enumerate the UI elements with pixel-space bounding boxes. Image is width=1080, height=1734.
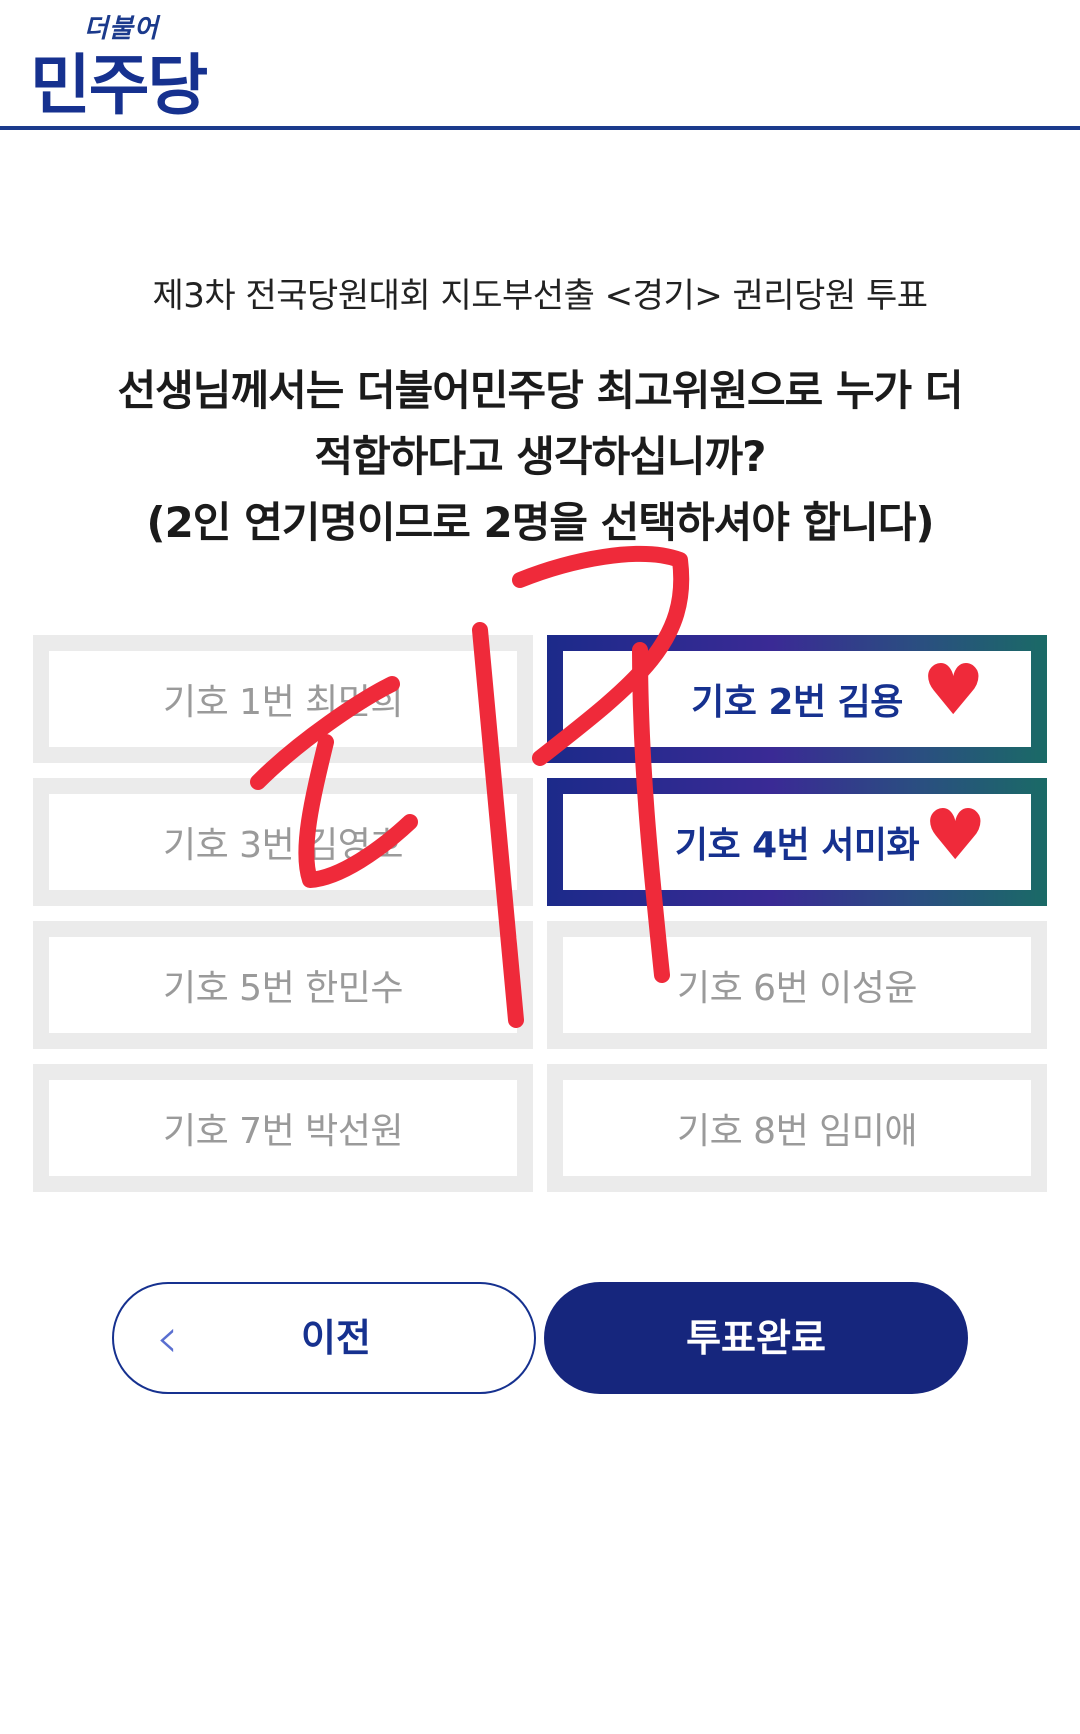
question-line-1: 선생님께서는 더불어민주당 최고위원으로 누가 더: [117, 366, 964, 415]
candidate-option-7[interactable]: 기호 7번 박선원: [33, 1064, 533, 1192]
submit-vote-button[interactable]: 투표완료: [544, 1282, 968, 1394]
candidate-label: 기호 6번 이성윤: [563, 937, 1031, 1033]
candidate-option-5[interactable]: 기호 5번 한민수: [33, 921, 533, 1049]
heart-icon: ♥: [924, 794, 987, 876]
prev-button-label: 이전: [301, 1316, 371, 1360]
heart-icon: ♥: [922, 649, 985, 731]
question-line-3: (2인 연기명이므로 2명을 선택하셔야 합니다): [146, 498, 934, 547]
question-line-2: 적합하다고 생각하십니까?: [314, 432, 766, 481]
submit-vote-label: 투표완료: [686, 1316, 826, 1360]
candidate-label: 기호 5번 한민수: [49, 937, 517, 1033]
candidate-label: 기호 1번 최민희: [49, 651, 517, 747]
header: 더불어 민주당: [0, 0, 1080, 130]
ballot-title: 제3차 전국당원대회 지도부선출 <경기> 권리당원 투표: [152, 276, 928, 316]
candidate-option-1[interactable]: 기호 1번 최민희: [33, 635, 533, 763]
candidate-option-8[interactable]: 기호 8번 임미애: [547, 1064, 1047, 1192]
candidate-grid: 기호 1번 최민희 기호 2번 김용 기호 3번 김영호 기호 4번 서미화 기…: [33, 635, 1047, 1193]
candidate-option-6[interactable]: 기호 6번 이성윤: [547, 921, 1047, 1049]
party-logo[interactable]: 더불어 민주당: [30, 8, 220, 124]
ballot-question: 선생님께서는 더불어민주당 최고위원으로 누가 더 적합하다고 생각하십니까? …: [60, 358, 1020, 556]
candidate-option-3[interactable]: 기호 3번 김영호: [33, 778, 533, 906]
logo-main-text: 민주당: [30, 47, 208, 124]
candidate-label: 기호 8번 임미애: [563, 1080, 1031, 1176]
candidate-label: 기호 7번 박선원: [49, 1080, 517, 1176]
prev-button[interactable]: ‹ 이전: [112, 1282, 536, 1394]
candidate-label: 기호 3번 김영호: [49, 794, 517, 890]
